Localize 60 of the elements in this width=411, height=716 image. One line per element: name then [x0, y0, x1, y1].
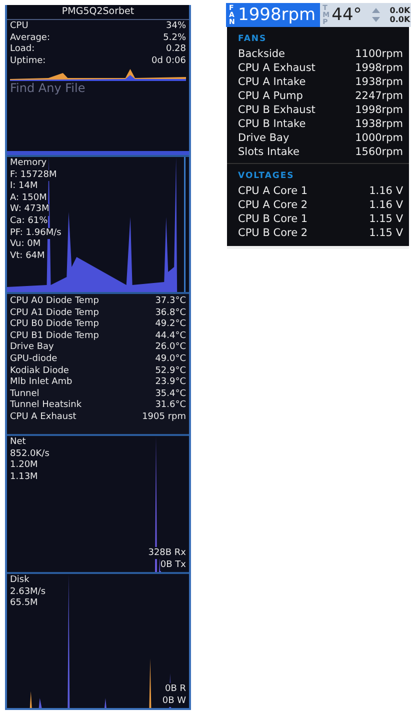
memory-stat: Memory: [10, 158, 47, 170]
background-window-text: Find Any File: [10, 81, 86, 96]
fan-speed: 1998rpm: [238, 5, 316, 25]
network-rate: 0B Tx: [160, 559, 186, 571]
stat-value: 5.2%: [163, 32, 186, 44]
sensor-name: Mlb Inlet Amb: [10, 377, 72, 389]
sensor-reading: 35.4°C: [155, 388, 186, 400]
sensor-name: GPU-diode: [10, 354, 58, 366]
sensor-reading: 1905 rpm: [142, 412, 186, 424]
sensor-name: CPU A0 Diode Temp: [10, 296, 99, 308]
sensor-reading: 44.4°C: [155, 330, 186, 342]
sensor-name: CPU B0 Diode Temp: [10, 319, 99, 331]
sensor-reading: 31.6°C: [155, 400, 186, 412]
upload-rate: 0.0K: [390, 6, 410, 15]
up-down-arrows-icon: [370, 7, 381, 23]
temperature-reading: 44°: [332, 5, 362, 25]
memory-stat: Ca: 61%: [10, 216, 48, 228]
memory-stat: W: 473M: [10, 204, 50, 216]
monitor-title: PMG5Q2Sorbet: [7, 5, 190, 20]
sensor-reading: 49.2°C: [155, 319, 186, 331]
menu-item[interactable]: CPU A Core 2 1.16 V: [238, 198, 404, 212]
sensor-reading: 23.9°C: [155, 377, 186, 389]
menu-item[interactable]: CPU B Core 2 1.15 V: [238, 226, 404, 240]
stat-value: 0d 0:06: [152, 56, 186, 68]
stat-label: Average:: [10, 32, 50, 44]
disk-rate: 0B W: [162, 695, 186, 707]
sensor-reading: 26.0°C: [155, 342, 186, 354]
menu-item[interactable]: CPU A Intake 1938rpm: [238, 75, 404, 89]
stat-label: CPU: [10, 21, 28, 33]
stat-value: 0.28: [166, 44, 186, 56]
section-heading: VOLTAGES: [238, 171, 296, 181]
menu-item[interactable]: CPU B Intake 1938rpm: [238, 117, 404, 131]
sensor-reading: 49.0°C: [155, 354, 186, 366]
network-rate: 328B Rx: [148, 547, 186, 559]
memory-stat: F: 15728M: [10, 170, 57, 182]
menu-item[interactable]: CPU B Core 1 1.15 V: [238, 212, 404, 226]
sensor-name: CPU A1 Diode Temp: [10, 308, 99, 319]
menu-item[interactable]: CPU A Exhaust 1998rpm: [238, 61, 404, 75]
stat-label: Uptime:: [10, 56, 46, 68]
stat-value: 34%: [166, 21, 186, 33]
sensor-name: CPU A Exhaust: [10, 412, 76, 424]
section-heading: FANS: [238, 34, 268, 44]
stat-label: Load:: [10, 44, 35, 56]
sensor-reading: 52.9°C: [155, 366, 186, 377]
menu-item[interactable]: CPU A Pump 2247rpm: [238, 89, 404, 103]
disk-rate: 0B R: [165, 683, 186, 695]
menu-item[interactable]: Drive Bay 1000rpm: [238, 131, 404, 145]
sensor-name: CPU B1 Diode Temp: [10, 330, 99, 342]
menu-item[interactable]: Slots Intake 1560rpm: [238, 145, 404, 159]
sensor-reading: 37.3°C: [155, 296, 186, 308]
memory-stat: PF: 1.96M/s: [10, 228, 62, 240]
sensor-name: Kodiak Diode: [10, 366, 69, 377]
sensor-reading: 36.8°C: [155, 308, 186, 319]
sensor-name: Drive Bay: [10, 342, 54, 354]
menu-item[interactable]: Backside 1100rpm: [238, 47, 404, 61]
sensor-name: Tunnel: [10, 388, 40, 400]
download-rate: 0.0K: [390, 15, 410, 24]
menu-item[interactable]: CPU A Core 1 1.16 V: [238, 184, 404, 198]
sensor-name: Tunnel Heatsink: [10, 400, 82, 412]
menu-item[interactable]: CPU B Exhaust 1998rpm: [238, 103, 404, 117]
